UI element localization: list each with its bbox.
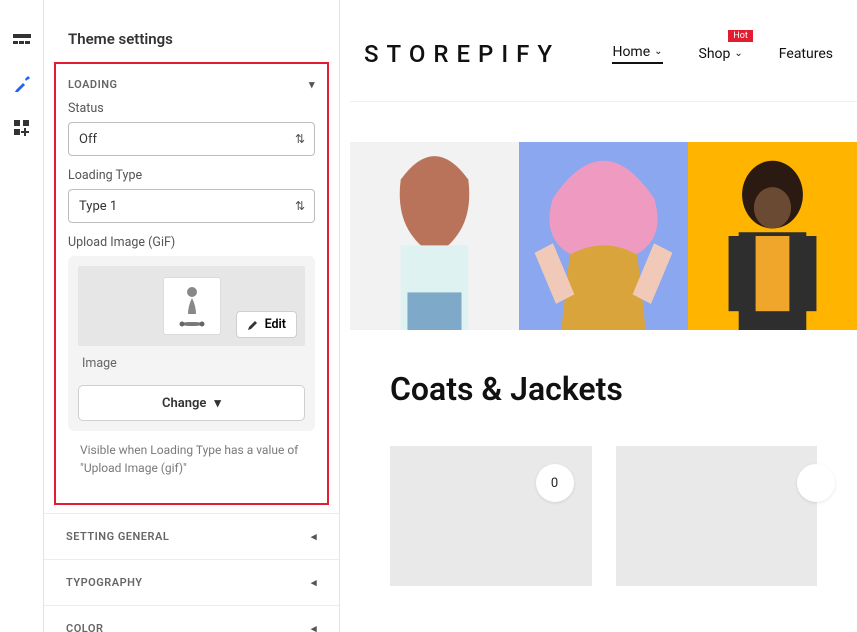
upload-image-label: Upload Image (GiF): [68, 235, 315, 250]
loading-type-select[interactable]: Type 1: [68, 189, 315, 223]
change-button[interactable]: Change ▾: [78, 385, 305, 421]
nav-label: Shop: [699, 46, 731, 62]
accordion-label: COLOR: [66, 622, 103, 632]
caret-left-icon: ◂: [311, 576, 317, 589]
apps-icon[interactable]: [10, 116, 34, 140]
status-select[interactable]: Off: [68, 122, 315, 156]
loading-type-label: Loading Type: [68, 168, 315, 183]
nav-shop[interactable]: Shop ⌄ Hot: [699, 46, 743, 62]
site-header: STOREPIFY Home ⌄ Shop ⌄ Hot Features: [350, 6, 857, 102]
loading-header-label: LOADING: [68, 78, 118, 91]
caret-down-icon: ▾: [214, 396, 221, 411]
content-area: Coats & Jackets 0: [350, 330, 857, 586]
nav-label: Features: [779, 46, 833, 62]
upload-image-field: Upload Image (GiF) Edit: [56, 235, 327, 489]
product-grid: 0: [390, 446, 817, 586]
loading-section-header[interactable]: LOADING ▾: [56, 64, 327, 101]
gif-thumbnail: [163, 277, 221, 335]
image-sublabel: Image: [78, 346, 305, 377]
upload-preview: Edit: [78, 266, 305, 346]
accordion-label: SETTING GENERAL: [66, 530, 169, 543]
product-badge: [797, 464, 835, 502]
accordion-typography[interactable]: TYPOGRAPHY ◂: [44, 559, 339, 605]
accordion-label: TYPOGRAPHY: [66, 576, 143, 589]
theme-settings-icon[interactable]: [10, 72, 34, 96]
hero-slot-1: [350, 142, 519, 330]
settings-panel: Theme settings LOADING ▾ Status Off ⇅ Lo…: [44, 0, 340, 632]
panel-title: Theme settings: [44, 0, 339, 62]
chevron-down-icon: ⌄: [734, 48, 742, 59]
product-badge: 0: [536, 464, 574, 502]
loading-type-field: Loading Type Type 1 ⇅: [56, 168, 327, 235]
accordion-setting-general[interactable]: SETTING GENERAL ◂: [44, 513, 339, 559]
edit-button[interactable]: Edit: [236, 311, 297, 338]
nav-label: Home: [612, 44, 650, 60]
edit-label: Edit: [265, 317, 286, 332]
nav-features[interactable]: Features: [779, 46, 833, 62]
hot-badge: Hot: [728, 30, 753, 42]
pencil-icon: [247, 319, 259, 331]
caret-left-icon: ◂: [311, 622, 317, 632]
site-logo[interactable]: STOREPIFY: [364, 40, 560, 68]
hero-slot-2: [519, 142, 688, 330]
preview-area: STOREPIFY Home ⌄ Shop ⌄ Hot Features: [340, 0, 857, 632]
status-field: Status Off ⇅: [56, 101, 327, 168]
accordion-color[interactable]: COLOR ◂: [44, 605, 339, 632]
icon-rail: [0, 0, 44, 632]
sections-icon[interactable]: [10, 28, 34, 52]
caret-down-icon: ▾: [309, 78, 315, 91]
product-card[interactable]: [616, 446, 818, 586]
help-text: Visible when Loading Type has a value of…: [68, 431, 315, 477]
section-heading: Coats & Jackets: [390, 370, 817, 408]
product-card[interactable]: 0: [390, 446, 592, 586]
chevron-down-icon: ⌄: [654, 46, 662, 57]
hero-slot-3: [688, 142, 857, 330]
nav-home[interactable]: Home ⌄: [612, 44, 662, 64]
status-label: Status: [68, 101, 315, 116]
change-label: Change: [162, 396, 206, 411]
caret-left-icon: ◂: [311, 530, 317, 543]
upload-card: Edit Image Change ▾: [68, 256, 315, 431]
hero-banner: [350, 142, 857, 330]
loading-section-highlight: LOADING ▾ Status Off ⇅ Loading Type Type…: [54, 62, 329, 505]
site-nav: Home ⌄ Shop ⌄ Hot Features: [612, 44, 833, 64]
